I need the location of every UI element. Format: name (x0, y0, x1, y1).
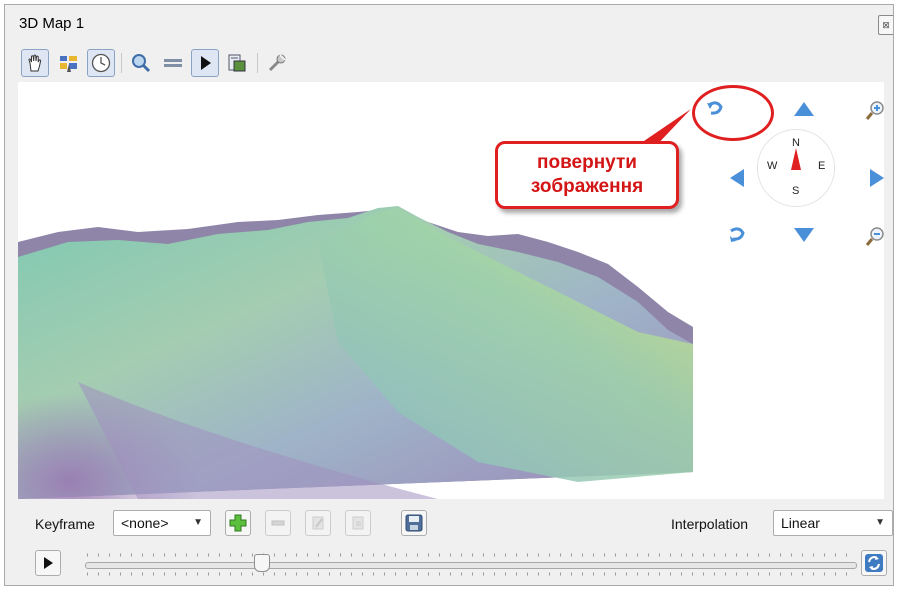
timeline-ticks-top (87, 553, 853, 557)
rotate-cw-icon[interactable] (727, 227, 747, 248)
save-animation-button[interactable] (401, 510, 427, 536)
pan-down-icon[interactable] (793, 227, 815, 248)
zoom-in-icon[interactable] (865, 99, 887, 126)
window-title: 3D Map 1 (19, 15, 85, 32)
annotation-callout: повернути зображення (495, 141, 679, 209)
interpolation-label: Interpolation (671, 516, 749, 532)
settings-wrench-icon[interactable] (263, 49, 291, 77)
animation-play-icon[interactable] (191, 49, 219, 77)
keyframe-label: Keyframe (35, 516, 95, 532)
compass-needle-icon (791, 148, 801, 186)
interpolation-select[interactable]: Linear ▼ (773, 510, 893, 536)
play-button[interactable] (35, 550, 61, 576)
interpolation-value: Linear (781, 515, 820, 531)
toolbar-separator (121, 53, 122, 73)
compass[interactable]: N W E S (757, 129, 835, 207)
edit-keyframe-button[interactable] (305, 510, 331, 536)
chevron-down-icon: ▼ (875, 517, 885, 528)
timeline-slider-handle[interactable] (254, 554, 271, 572)
keyframe-select[interactable]: <none> ▼ (113, 510, 211, 536)
timeline-ticks-bottom (87, 572, 853, 576)
export-image-icon[interactable] (223, 49, 251, 77)
pan-left-icon[interactable] (729, 168, 745, 193)
title-bar: 3D Map 1 ⊠ (5, 5, 893, 41)
3d-map-canvas[interactable] (18, 82, 884, 499)
annotation-line-2: зображення (530, 176, 644, 197)
measure-line-icon[interactable] (159, 49, 187, 77)
pan-right-icon[interactable] (869, 168, 885, 193)
identify-tool-icon[interactable] (55, 49, 83, 77)
zoom-out-icon[interactable] (865, 225, 887, 252)
remove-keyframe-button[interactable] (265, 510, 291, 536)
pan-hand-icon[interactable] (21, 49, 49, 77)
duplicate-keyframe-button[interactable] (345, 510, 371, 536)
keyframe-value: <none> (121, 515, 169, 531)
keyframe-row: Keyframe <none> ▼ Interpolation Linear ▼ (35, 510, 893, 540)
pan-up-icon[interactable] (793, 101, 815, 122)
camera-control-icon[interactable] (87, 49, 115, 77)
highlight-ellipse (692, 85, 774, 141)
3d-map-window: 3D Map 1 ⊠ N W E S повернути зображення … (4, 4, 894, 586)
zoom-magnifier-icon[interactable] (127, 49, 155, 77)
toolbar-separator (257, 53, 258, 73)
timeline-slider-track[interactable] (85, 562, 857, 569)
add-keyframe-button[interactable] (225, 510, 251, 536)
terrain-render (18, 82, 884, 499)
annotation-line-1: повернути (537, 152, 637, 173)
close-button[interactable]: ⊠ (878, 15, 893, 35)
playback-row (35, 550, 887, 580)
refresh-button[interactable] (861, 550, 887, 576)
chevron-down-icon: ▼ (193, 517, 203, 528)
